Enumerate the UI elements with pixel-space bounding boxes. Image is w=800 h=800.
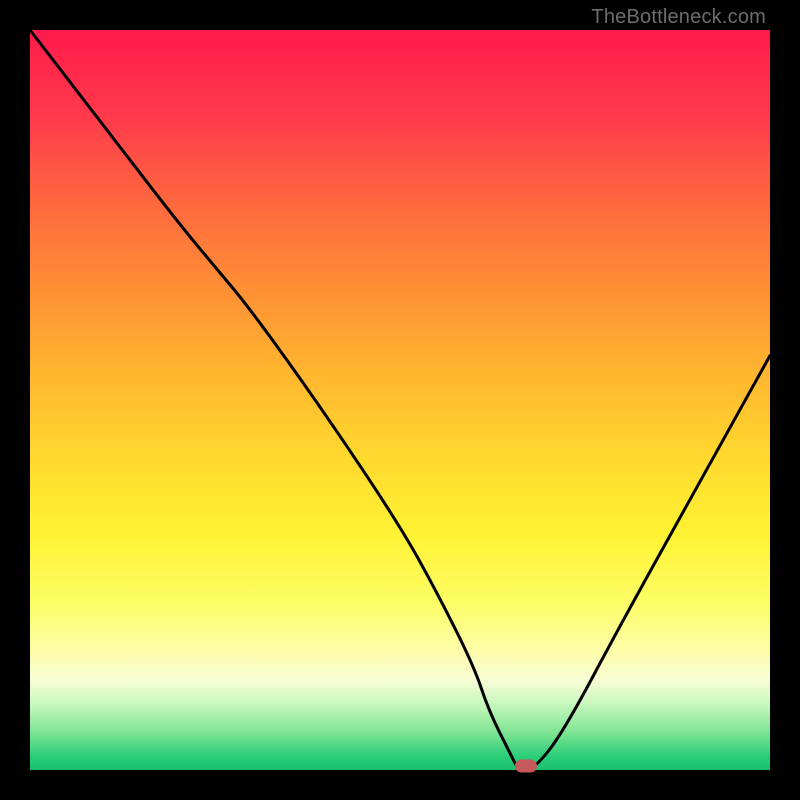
watermark-text: TheBottleneck.com <box>591 6 766 29</box>
bottleneck-marker <box>515 759 537 772</box>
plot-area <box>30 30 770 770</box>
bottleneck-curve <box>30 30 770 770</box>
chart-frame: TheBottleneck.com <box>0 0 800 800</box>
